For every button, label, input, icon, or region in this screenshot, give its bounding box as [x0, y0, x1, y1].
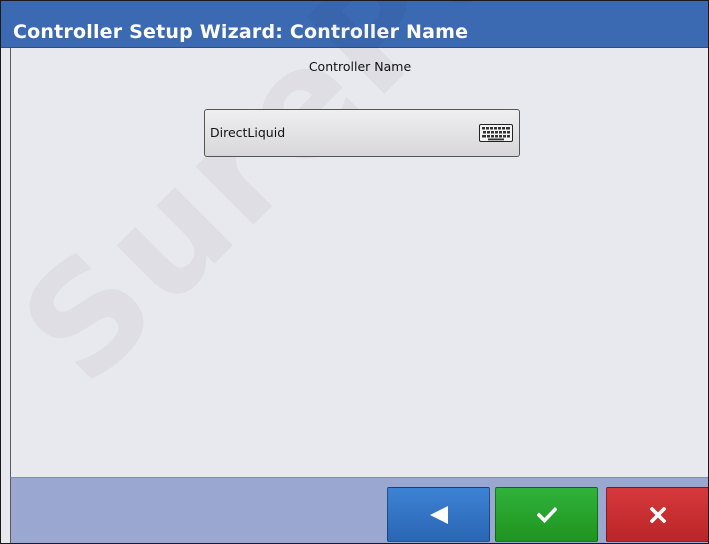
- keyboard-icon[interactable]: [479, 124, 513, 142]
- wizard-footer: [10, 477, 708, 543]
- controller-name-label: Controller Name: [308, 59, 412, 74]
- controller-name-value: DirectLiquid: [210, 125, 286, 140]
- title-bar: Controller Setup Wizard: Controller Name: [1, 1, 708, 48]
- cancel-button[interactable]: [606, 487, 708, 542]
- wizard-window: Controller Setup Wizard: Controller Name…: [0, 0, 709, 544]
- controller-name-field[interactable]: DirectLiquid: [204, 109, 520, 157]
- left-triangle-icon: [429, 505, 448, 524]
- wizard-content: SurePoint Controller Name DirectLiquid: [1, 1, 708, 477]
- checkmark-icon: [536, 506, 557, 523]
- back-button[interactable]: [387, 487, 490, 542]
- window-title: Controller Setup Wizard: Controller Name: [13, 21, 469, 43]
- accept-button[interactable]: [495, 487, 598, 542]
- x-icon: [649, 506, 666, 523]
